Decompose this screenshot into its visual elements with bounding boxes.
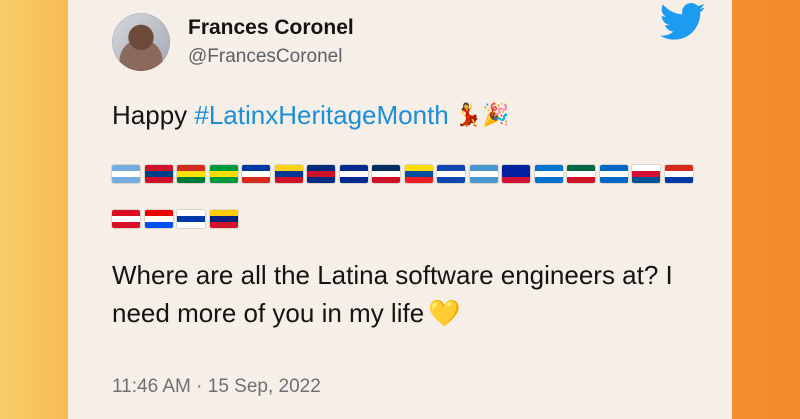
greeting-text: Happy <box>112 100 195 130</box>
flag-argentina-icon <box>112 165 140 183</box>
flag-honduras-icon <box>534 165 563 183</box>
avatar[interactable] <box>112 13 170 71</box>
flag-uruguay-icon <box>177 210 205 228</box>
flag-cuba-icon <box>339 165 368 183</box>
flags-row-2 <box>112 210 238 228</box>
hashtag-link[interactable]: #LatinxHeritageMonth <box>194 100 448 130</box>
author-name[interactable]: Frances Coronel <box>188 16 354 40</box>
flag-chile-icon <box>242 165 270 183</box>
flag-dominican-republic-icon <box>372 165 400 183</box>
flag-colombia-icon <box>274 165 303 183</box>
author-handle[interactable]: @FrancesCoronel <box>188 46 342 68</box>
flag-haiti-icon <box>502 165 530 183</box>
flag-ecuador-icon <box>404 165 433 183</box>
tweet-timestamp[interactable]: 11:46 AM · 15 Sep, 2022 <box>112 376 321 398</box>
flag-brazil-icon <box>209 165 238 183</box>
flag-panama-icon <box>632 165 660 183</box>
flag-costa-rica-icon <box>307 165 335 183</box>
flag-peru-icon <box>112 210 140 228</box>
tweet-body: Where are all the Latina software engine… <box>112 256 712 332</box>
flag-mexico-icon <box>567 165 595 183</box>
flag-nicaragua-icon <box>599 165 628 183</box>
flag-belize-icon <box>144 165 173 183</box>
flag-paraguay-icon <box>664 165 693 183</box>
dancer-party-emoji: 💃🎉 <box>454 102 510 127</box>
flag-puerto-rico-icon <box>144 210 173 228</box>
yellow-heart-emoji: 💛 <box>428 298 461 328</box>
flags-row-1 <box>112 165 693 183</box>
flag-bolivia-icon <box>177 165 205 183</box>
tweet-card: Frances Coronel @FrancesCoronel Happy #L… <box>68 0 732 419</box>
flag-guatemala-icon <box>469 165 498 183</box>
tweet-line-greeting: Happy #LatinxHeritageMonth 💃🎉 <box>112 100 510 131</box>
body-text: Where are all the Latina software engine… <box>112 260 673 328</box>
flag-venezuela-icon <box>209 210 238 228</box>
twitter-bird-icon <box>660 3 706 40</box>
flag-el-salvador-icon <box>437 165 465 183</box>
